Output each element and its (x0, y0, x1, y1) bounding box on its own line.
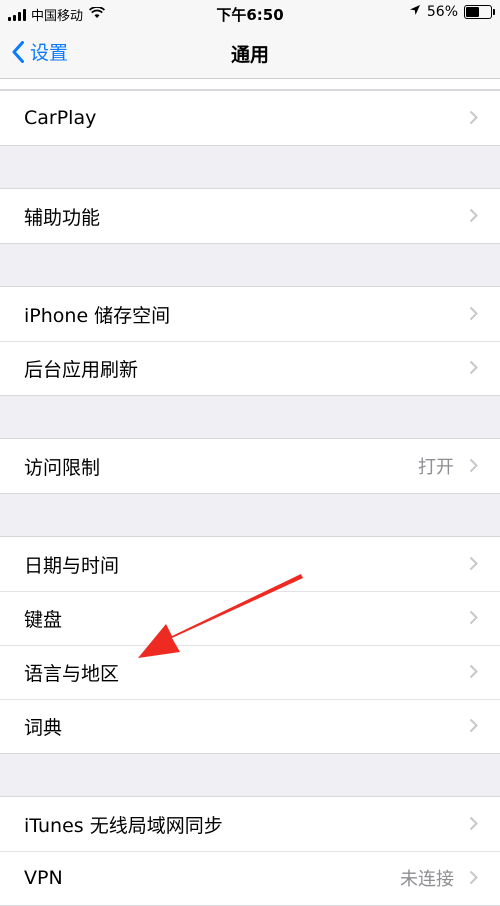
page-title: 通用 (230, 44, 269, 66)
battery-percent: 56% (426, 4, 458, 20)
row-label: 语言与地区 (24, 662, 120, 685)
chevron-right-icon (469, 664, 478, 679)
row-label: iPhone 储存空间 (24, 304, 171, 327)
row-carplay[interactable]: CarPlay (0, 91, 500, 145)
group-carplay: CarPlay (0, 90, 500, 146)
row-itunes-wifi-sync[interactable]: iTunes 无线局域网同步 (0, 797, 500, 851)
group-storage: iPhone 储存空间 后台应用刷新 (0, 286, 500, 396)
chevron-right-icon (469, 556, 478, 571)
row-label: VPN (24, 867, 63, 889)
settings-list: CarPlay 辅助功能 iPhone 储存空间 后台应用刷新 访问限制 打开 (0, 79, 500, 906)
row-label: 访问限制 (24, 456, 101, 479)
group-restrictions: 访问限制 打开 (0, 438, 500, 494)
status-right: 56% (409, 4, 495, 20)
chevron-right-icon (469, 718, 478, 733)
row-label: 后台应用刷新 (24, 358, 139, 381)
row-label: iTunes 无线局域网同步 (24, 814, 223, 837)
row-restrictions[interactable]: 访问限制 打开 (0, 439, 500, 493)
row-label: 词典 (24, 716, 63, 739)
chevron-right-icon (469, 110, 478, 125)
row-accessibility[interactable]: 辅助功能 (0, 189, 500, 243)
chevron-right-icon (469, 208, 478, 223)
row-dictionary[interactable]: 词典 (0, 699, 500, 753)
row-label: 日期与时间 (24, 554, 120, 577)
chevron-right-icon (469, 816, 478, 831)
row-iphone-storage[interactable]: iPhone 储存空间 (0, 287, 500, 341)
chevron-right-icon (469, 458, 478, 473)
row-value: 未连接 (400, 869, 454, 890)
row-vpn[interactable]: VPN 未连接 (0, 851, 500, 905)
previous-row-edge (0, 79, 500, 90)
navigation-bar: 设置 通用 (0, 28, 500, 79)
chevron-right-icon (469, 870, 478, 885)
row-value: 打开 (418, 457, 454, 478)
row-label: CarPlay (24, 107, 97, 129)
row-label: 辅助功能 (24, 206, 101, 229)
group-sync: iTunes 无线局域网同步 VPN 未连接 (0, 796, 500, 906)
group-accessibility: 辅助功能 (0, 188, 500, 244)
status-bar: 中国移动 下午6:50 56% (0, 0, 500, 28)
location-icon (409, 4, 421, 20)
row-background-refresh[interactable]: 后台应用刷新 (0, 341, 500, 395)
chevron-right-icon (469, 610, 478, 625)
chevron-right-icon (469, 306, 478, 321)
row-label: 键盘 (24, 608, 63, 631)
chevron-right-icon (469, 360, 478, 375)
battery-icon (464, 5, 495, 19)
red-arrow-annotation (138, 574, 303, 658)
